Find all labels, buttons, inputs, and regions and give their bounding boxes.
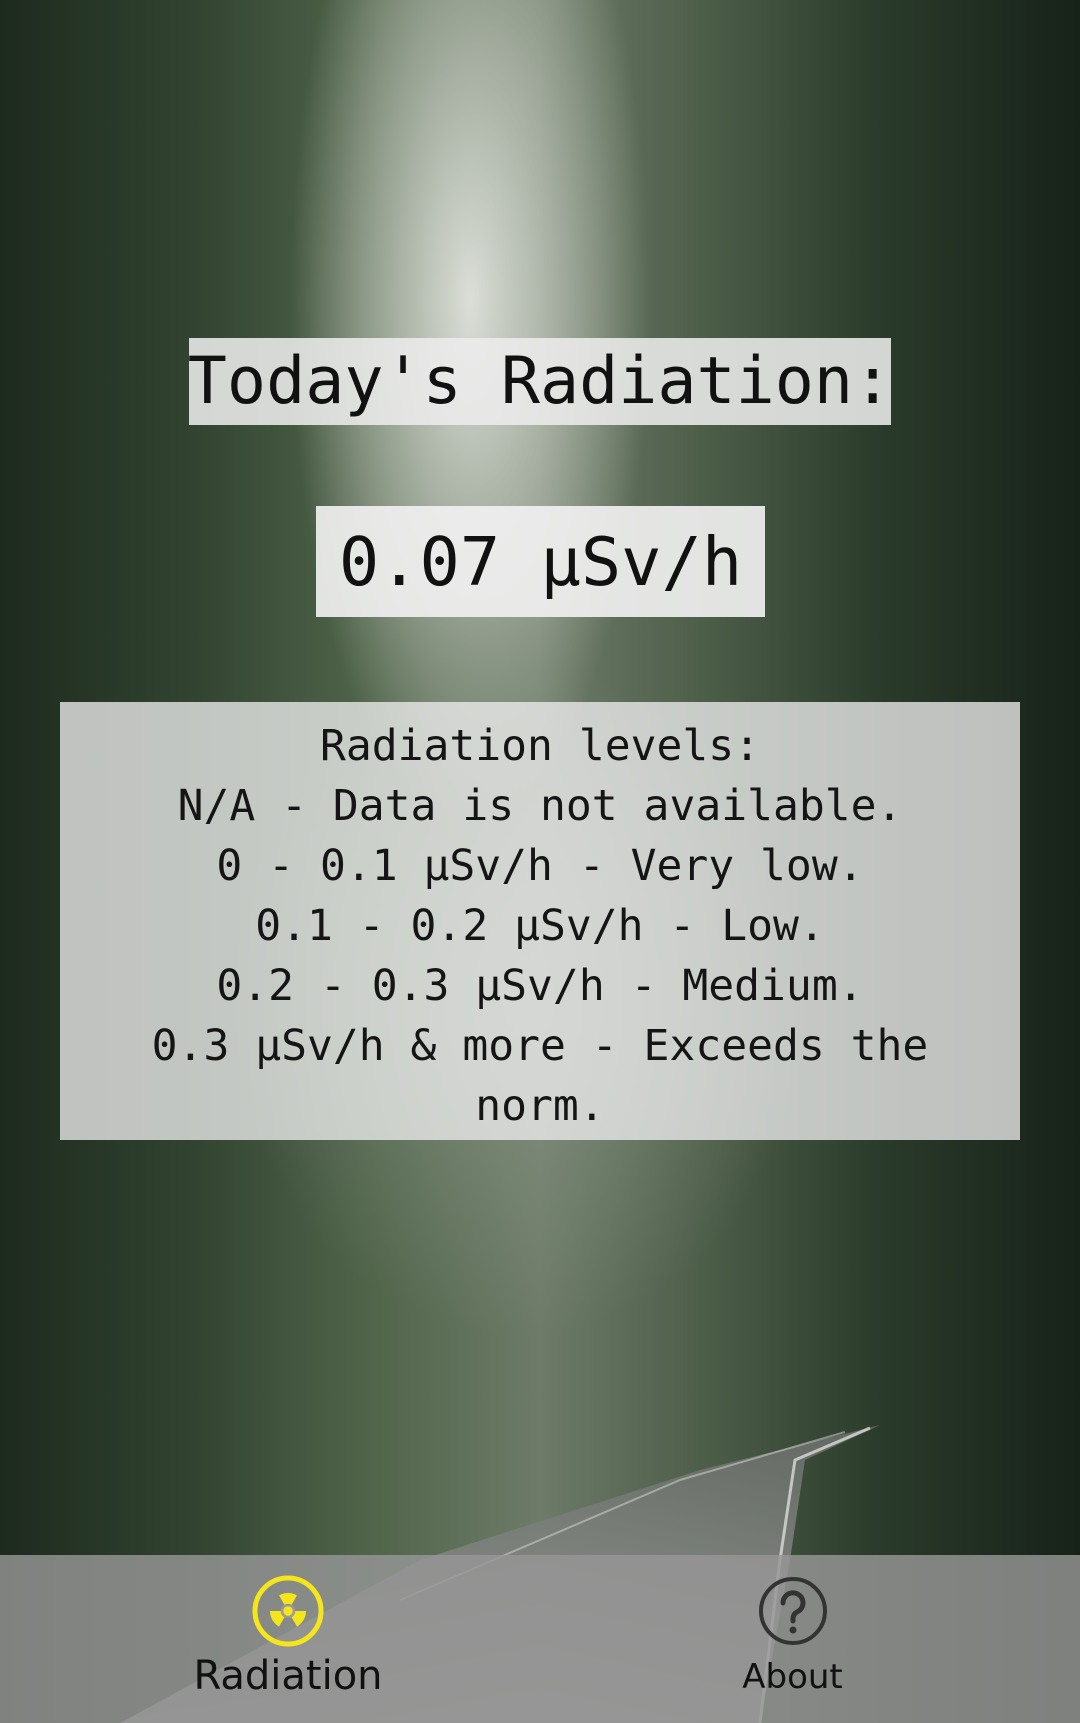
level-item-exceeds: 0.3 µSv/h & more - Exceeds the norm. — [151, 1021, 929, 1131]
nav-item-radiation[interactable]: Radiation — [170, 1555, 406, 1723]
nav-label-about: About — [742, 1657, 843, 1697]
radiation-icon — [252, 1575, 324, 1651]
radiation-reading: 0.07 µSv/h — [316, 506, 765, 617]
bottom-navigation: Radiation About — [0, 1555, 1080, 1723]
radiation-levels-panel: Radiation levels: N/A - Data is not avai… — [60, 702, 1020, 1140]
level-item-very-low: 0 - 0.1 µSv/h - Very low. — [216, 841, 864, 891]
page-title: Today's Radiation: — [187, 338, 893, 425]
level-item-na: N/A - Data is not available. — [177, 781, 903, 831]
level-item-low: 0.1 - 0.2 µSv/h - Low. — [255, 901, 825, 951]
help-circle-icon — [757, 1575, 829, 1651]
nav-item-about[interactable]: About — [700, 1555, 885, 1723]
level-item-medium: 0.2 - 0.3 µSv/h - Medium. — [216, 961, 864, 1011]
levels-heading: Radiation levels: — [319, 721, 761, 771]
page-title-text: Today's Radiation: — [187, 344, 893, 419]
radiation-value: 0.07 µSv/h — [338, 522, 743, 601]
nav-label-radiation: Radiation — [193, 1653, 383, 1699]
